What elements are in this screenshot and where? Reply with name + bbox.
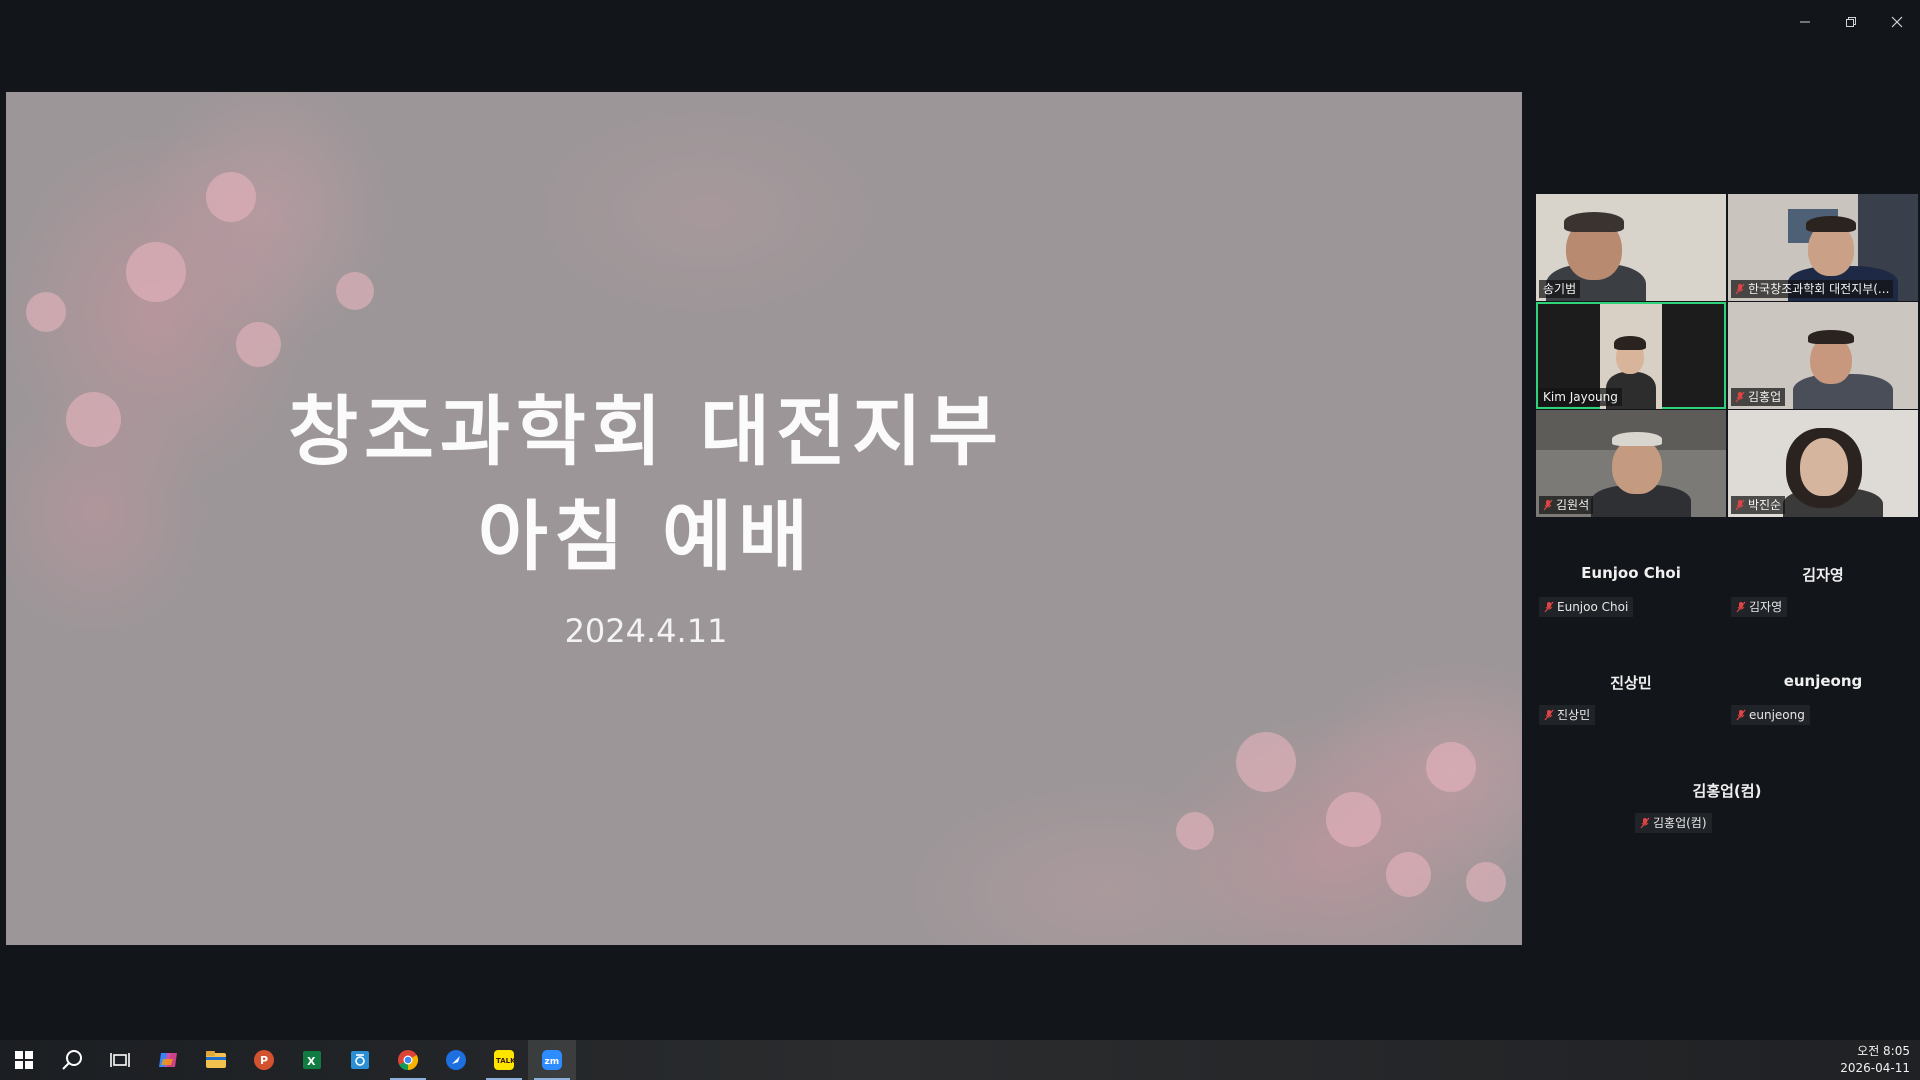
start-button[interactable] — [0, 1040, 48, 1080]
close-button[interactable] — [1874, 0, 1920, 44]
minimize-button[interactable] — [1782, 0, 1828, 44]
powerpoint-icon: P — [254, 1050, 274, 1070]
kakaotalk-icon: TALK — [494, 1050, 515, 1070]
participant-display-name: Eunjoo Choi — [1581, 564, 1681, 582]
hangul-button[interactable] — [336, 1040, 384, 1080]
chrome-button[interactable] — [384, 1040, 432, 1080]
minimize-icon — [1800, 21, 1810, 23]
window-controls — [1782, 0, 1920, 44]
mic-muted-icon — [1544, 601, 1554, 613]
kakaotalk-button[interactable]: TALK — [480, 1040, 528, 1080]
arrow-app-button[interactable] — [432, 1040, 480, 1080]
video-tile[interactable]: 한국창조과학회 대전지부(... — [1728, 194, 1918, 301]
participant-display-name: 김자영 — [1802, 566, 1844, 584]
copilot-icon — [159, 1053, 177, 1067]
participant-name-tag: Eunjoo Choi — [1539, 597, 1634, 617]
svg-text:zm: zm — [545, 1057, 560, 1067]
close-icon — [1891, 16, 1903, 28]
participant-display-name: 김홍업(컴) — [1692, 782, 1762, 800]
participant-name-tag: 김홍업(컴) — [1635, 813, 1712, 833]
participant-name-tag: eunjeong — [1731, 705, 1810, 725]
excel-button[interactable]: X — [288, 1040, 336, 1080]
slide-title-line1: 창조과학회 대전지부 — [288, 387, 1004, 476]
task-view-icon — [110, 1053, 130, 1067]
participant-name-tag: 한국창조과학회 대전지부(... — [1731, 280, 1894, 298]
participant-name-tag: 김원석 — [1539, 496, 1594, 514]
file-explorer-button[interactable] — [192, 1040, 240, 1080]
participant-name-tag: 송기범 — [1539, 280, 1581, 298]
search-button[interactable] — [48, 1040, 96, 1080]
camera-off-tile[interactable]: 김홍업(컴) 김홍업(컴) — [1632, 758, 1822, 866]
hangul-icon — [351, 1051, 369, 1069]
participant-display-name: eunjeong — [1783, 672, 1863, 690]
svg-text:TALK: TALK — [496, 1057, 515, 1065]
mic-muted-icon — [1736, 709, 1746, 721]
copilot-button[interactable] — [144, 1040, 192, 1080]
mic-muted-icon — [1543, 499, 1553, 511]
arrow-app-icon — [446, 1050, 466, 1070]
participant-display-name: 진상민 — [1610, 674, 1652, 692]
search-icon — [62, 1050, 82, 1070]
task-view-button[interactable] — [96, 1040, 144, 1080]
camera-off-tile[interactable]: Eunjoo Choi Eunjoo Choi — [1536, 542, 1726, 650]
zoom-icon: zm — [542, 1050, 562, 1070]
system-clock[interactable]: 오전 8:05 2026-04-11 — [1840, 1043, 1910, 1077]
clock-date: 2026-04-11 — [1840, 1061, 1910, 1075]
camera-off-tile[interactable]: 김자영 김자영 — [1728, 542, 1918, 650]
slide-date: 2024.4.11 — [564, 612, 728, 650]
shared-screen-slide: 창조과학회 대전지부 아침 예배 2024.4.11 — [6, 92, 1522, 945]
camera-off-tile[interactable]: 진상민 진상민 — [1536, 650, 1726, 758]
file-explorer-icon — [206, 1051, 226, 1068]
mic-muted-icon — [1735, 283, 1745, 295]
taskbar: P X TALK zm 오전 8:05 2026-04-11 — [0, 1040, 1920, 1080]
excel-icon: X — [303, 1051, 321, 1069]
mic-muted-icon — [1736, 601, 1746, 613]
participant-name-tag: 김홍업 — [1731, 388, 1786, 406]
video-tile[interactable]: 박진순 — [1728, 410, 1918, 517]
mic-muted-icon — [1735, 391, 1745, 403]
chrome-icon — [398, 1050, 419, 1071]
mic-muted-icon — [1735, 499, 1745, 511]
restore-icon — [1846, 17, 1856, 27]
restore-button[interactable] — [1828, 0, 1874, 44]
camera-off-tile[interactable]: eunjeong eunjeong — [1728, 650, 1918, 758]
video-tile[interactable]: 송기범 — [1536, 194, 1726, 301]
mic-muted-icon — [1544, 709, 1554, 721]
video-tile[interactable]: 김홍업 — [1728, 302, 1918, 409]
windows-start-icon — [15, 1051, 33, 1069]
svg-text:X: X — [307, 1055, 316, 1068]
svg-text:P: P — [260, 1054, 268, 1067]
mic-muted-icon — [1640, 817, 1650, 829]
video-tile-active-speaker[interactable]: Kim Jayoung — [1536, 302, 1726, 409]
participant-name-tag: Kim Jayoung — [1539, 388, 1622, 406]
zoom-button[interactable]: zm — [528, 1040, 576, 1080]
participant-name-tag: 박진순 — [1731, 496, 1786, 514]
slide-title-line2: 아침 예배 — [477, 492, 815, 581]
video-tile[interactable]: 김원석 — [1536, 410, 1726, 517]
participant-name-tag: 김자영 — [1731, 597, 1788, 617]
clock-time: 오전 8:05 — [1857, 1044, 1910, 1058]
participant-name-tag: 진상민 — [1539, 705, 1596, 725]
powerpoint-button[interactable]: P — [240, 1040, 288, 1080]
